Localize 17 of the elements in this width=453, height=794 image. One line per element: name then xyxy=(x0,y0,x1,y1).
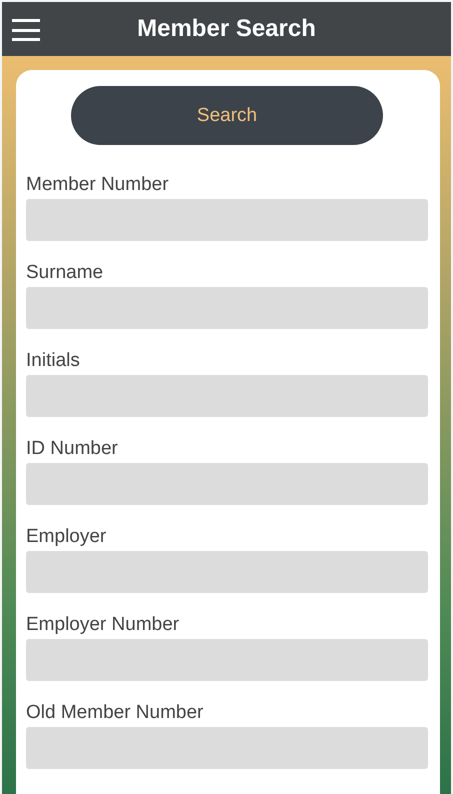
search-button[interactable]: Search xyxy=(71,86,383,145)
field-label: Member Number xyxy=(26,173,170,197)
field-label: ID Number xyxy=(26,437,119,461)
page-title: Member Search xyxy=(137,15,316,43)
input-field[interactable] xyxy=(26,551,428,593)
field-label: Employer xyxy=(26,525,108,549)
input-field[interactable] xyxy=(26,375,428,417)
input-field[interactable] xyxy=(26,199,428,241)
input-field[interactable] xyxy=(26,287,428,329)
input-field[interactable] xyxy=(26,639,428,681)
input-field[interactable] xyxy=(26,727,428,769)
menu-icon[interactable] xyxy=(12,19,40,41)
field-label: Initials xyxy=(26,349,81,373)
input-field[interactable] xyxy=(26,463,428,505)
field-label: Employer Number xyxy=(26,613,180,637)
field-label: Old Member Number xyxy=(26,701,204,725)
field-label: Surname xyxy=(26,261,104,285)
